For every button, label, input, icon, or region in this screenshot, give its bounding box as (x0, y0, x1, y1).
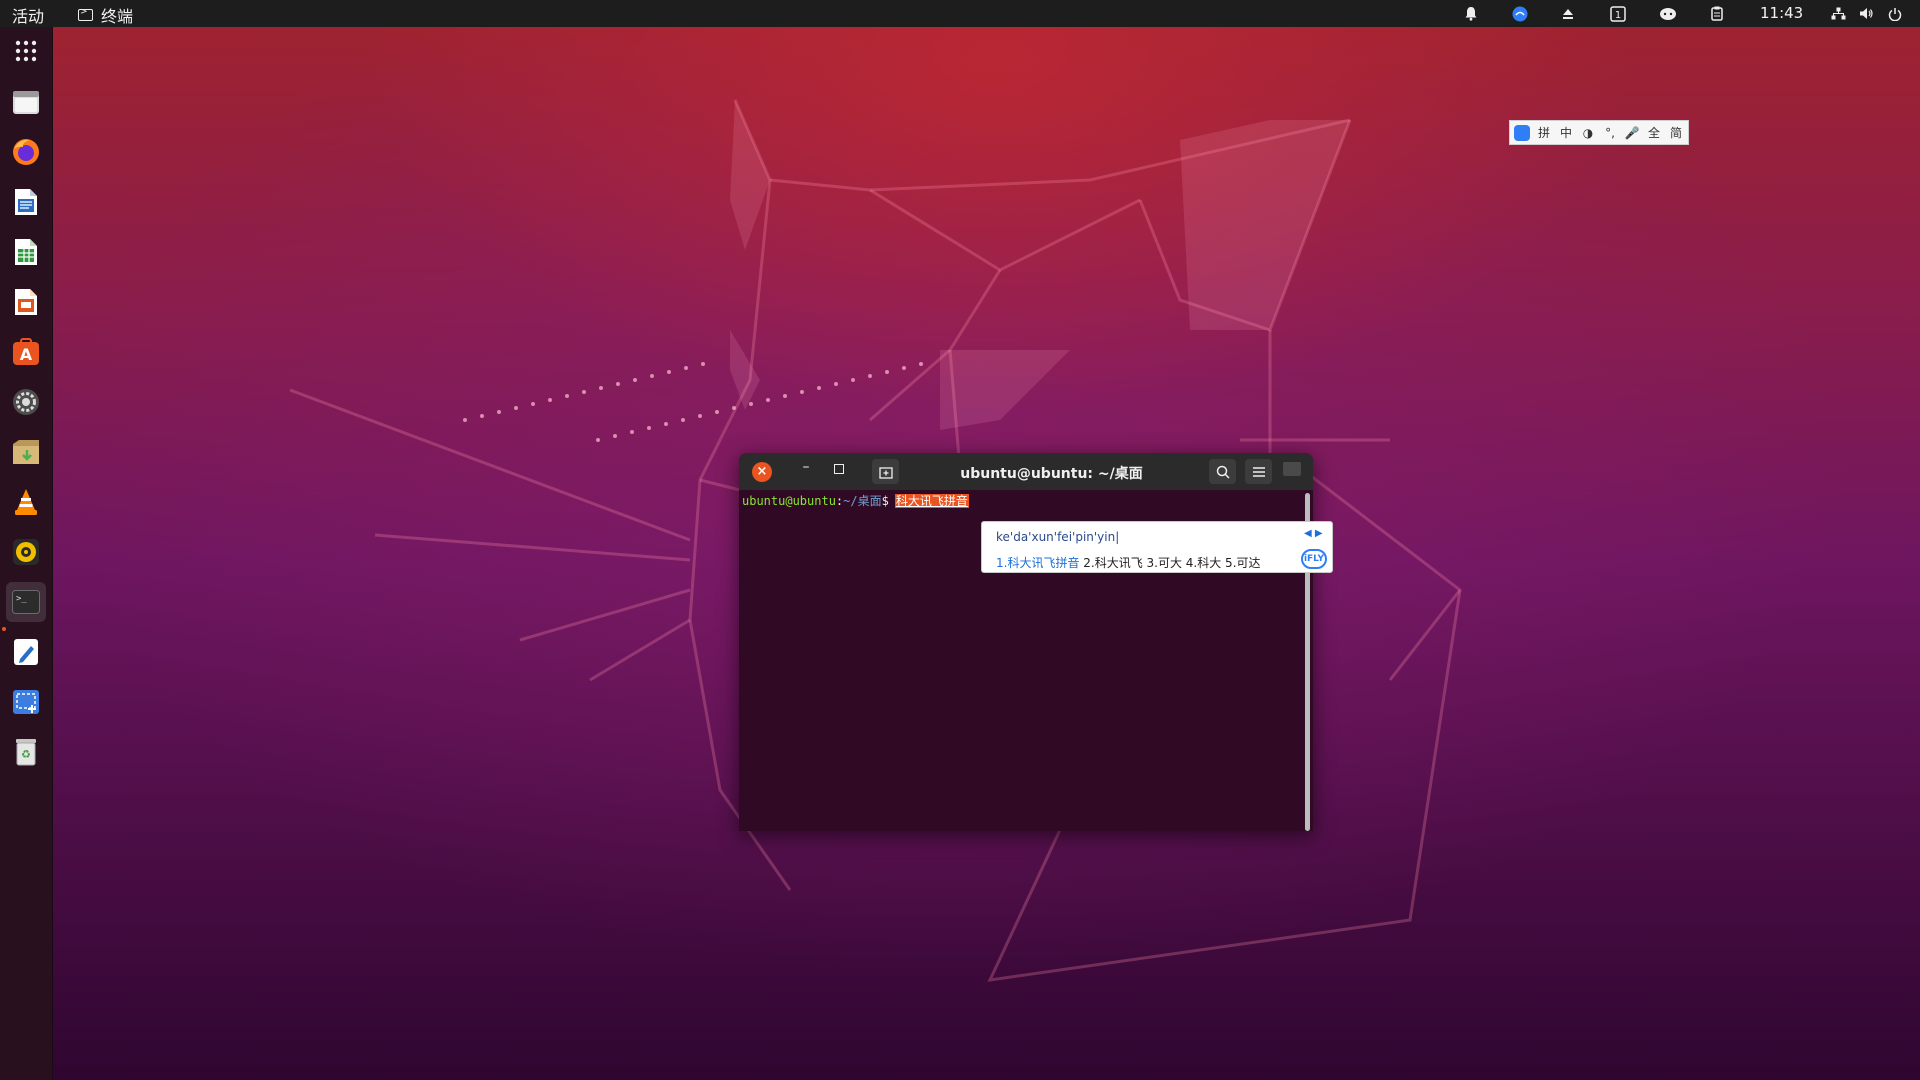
volume-icon[interactable] (1855, 0, 1877, 27)
ime-simplified-toggle[interactable]: 简 (1665, 124, 1687, 141)
libreoffice-calc-icon[interactable] (6, 232, 46, 272)
iflytek-logo-icon: iFLY (1301, 549, 1327, 569)
terminal-window: × – ubuntu@ubuntu: ~/桌面 ubuntu@ubuntu:~/… (739, 453, 1313, 831)
search-icon (1216, 465, 1230, 479)
ubuntu-software-icon[interactable]: A (6, 332, 46, 372)
new-tab-icon (878, 466, 893, 479)
prompt-symbol: $ (881, 494, 889, 508)
app-menu[interactable]: 终端 (78, 3, 133, 27)
terminal-profile-icon[interactable] (1283, 462, 1301, 476)
prompt-path: ~/桌面 (843, 494, 882, 508)
notification-bell-icon[interactable] (1460, 0, 1482, 27)
hamburger-menu-button[interactable] (1245, 459, 1272, 484)
candidate-list: 1.科大讯飞拼音 2.科大讯飞 3.可大 4.科大 5.可达 (996, 554, 1261, 571)
trash-icon[interactable]: ♻ (6, 732, 46, 772)
clipboard-icon[interactable] (1706, 0, 1728, 27)
power-icon[interactable] (1884, 0, 1906, 27)
minimize-button[interactable]: – (796, 459, 816, 483)
ime-status-bar: 拼 中 ◑ °, 🎤 全 简 (1509, 120, 1689, 145)
ime-candidate-window: ke'da'xun'fei'pin'yin| ◀ ▶ 1.科大讯飞拼音 2.科大… (981, 521, 1333, 573)
dock: A >_ ♻ (0, 27, 53, 1080)
svg-text:♻: ♻ (21, 748, 31, 761)
clock[interactable]: 11:43 (1760, 4, 1803, 22)
archive-manager-icon[interactable] (6, 432, 46, 472)
libreoffice-impress-icon[interactable] (6, 282, 46, 322)
svg-text:>_: >_ (16, 594, 27, 604)
vlc-icon[interactable] (6, 482, 46, 522)
svg-text:1: 1 (1615, 10, 1621, 21)
screenshot-icon[interactable] (6, 682, 46, 722)
maximize-button[interactable] (834, 464, 844, 474)
app-menu-label: 终端 (101, 7, 134, 26)
ime-voice-microphone-icon[interactable]: 🎤 (1621, 126, 1643, 140)
terminal-icon (78, 7, 93, 21)
keyboard-layout-indicator-icon[interactable]: 1 (1606, 0, 1630, 27)
menu-icon (1252, 466, 1265, 477)
ime-fullwidth-toggle[interactable]: 全 (1643, 124, 1665, 141)
svg-text:A: A (20, 345, 33, 364)
candidate-items-rest[interactable]: 2.科大讯飞 3.可大 4.科大 5.可达 (1079, 556, 1260, 570)
candidate-item-1[interactable]: 1.科大讯飞拼音 (996, 556, 1079, 570)
prompt-user: ubuntu@ubuntu (742, 494, 836, 508)
top-bar: 活动 终端 1 11:43 (0, 0, 1920, 27)
candidate-page-arrows[interactable]: ◀ ▶ (1304, 528, 1323, 539)
firefox-icon[interactable] (6, 132, 46, 172)
close-button[interactable]: × (752, 462, 772, 482)
eject-icon[interactable] (1557, 0, 1579, 27)
activities-button[interactable]: 活动 (12, 3, 44, 27)
terminal-dock-icon[interactable]: >_ (6, 582, 46, 622)
terminal-titlebar[interactable]: × – ubuntu@ubuntu: ~/桌面 (739, 453, 1313, 490)
libreoffice-writer-icon[interactable] (6, 182, 46, 222)
ime-logo-icon[interactable] (1514, 124, 1530, 141)
search-button[interactable] (1209, 459, 1236, 484)
network-icon[interactable] (1827, 0, 1849, 27)
ime-preedit-text: 科大讯飞拼音 (894, 494, 969, 508)
candidate-pinyin-input: ke'da'xun'fei'pin'yin| (996, 530, 1120, 544)
text-editor-icon[interactable] (6, 632, 46, 672)
ime-chinese-english-toggle[interactable]: 中 (1555, 124, 1577, 141)
ime-punctuation-toggle[interactable]: °, (1599, 126, 1621, 140)
window-title: ubuntu@ubuntu: ~/桌面 (960, 466, 1143, 482)
ime-halfwidth-toggle[interactable]: ◑ (1577, 126, 1599, 140)
settings-icon[interactable] (6, 382, 46, 422)
ime-pinyin-toggle[interactable]: 拼 (1533, 124, 1555, 141)
show-apps-icon[interactable] (6, 31, 46, 71)
running-indicator (2, 627, 6, 631)
rhythmbox-icon[interactable] (6, 532, 46, 572)
ime-tray-icon[interactable] (1508, 0, 1532, 27)
prompt-line: ubuntu@ubuntu:~/桌面$ 科大讯飞拼音 (742, 492, 969, 509)
files-icon[interactable] (6, 82, 46, 122)
chat-tray-icon[interactable] (1656, 0, 1680, 27)
new-tab-button[interactable] (872, 459, 899, 484)
